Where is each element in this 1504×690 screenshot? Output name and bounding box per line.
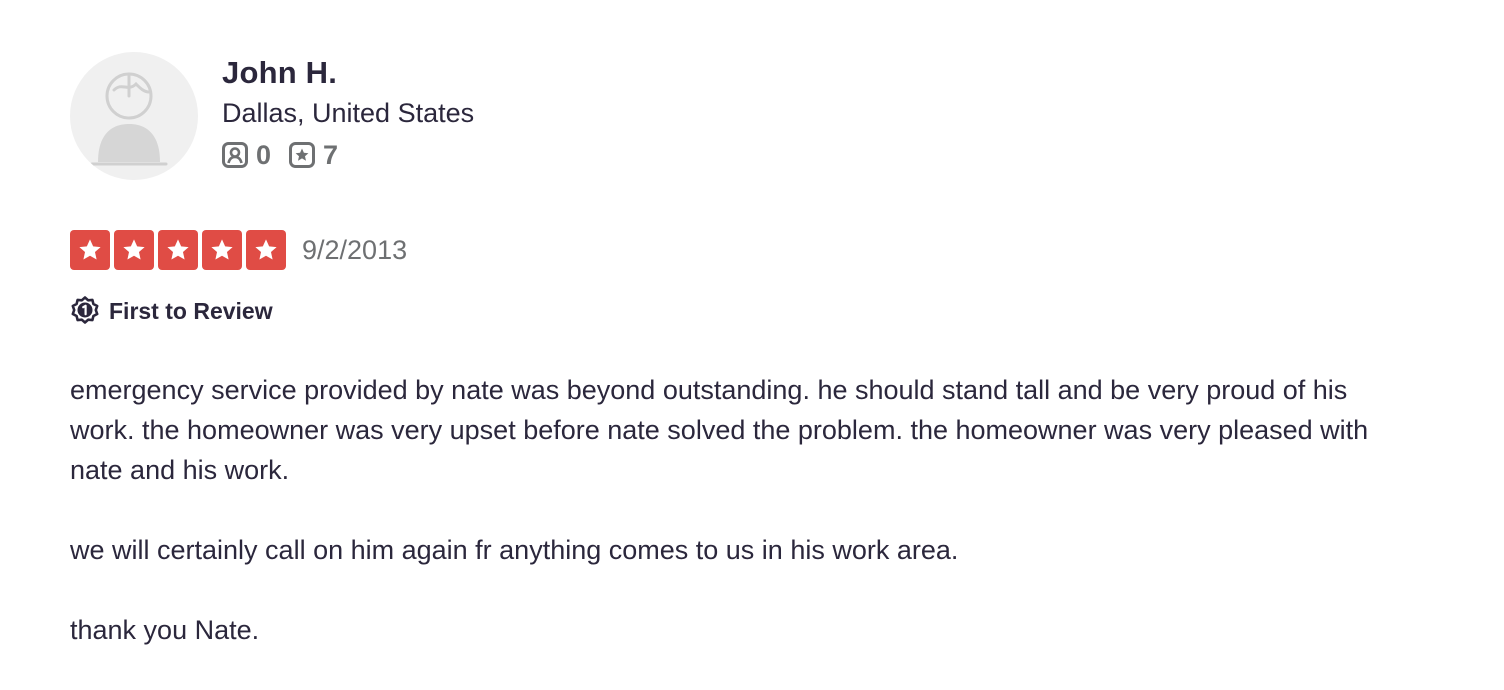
first-to-review-badge: First to Review — [70, 295, 273, 327]
default-user-avatar-icon — [90, 72, 168, 166]
user-info: John H. Dallas, United States 0 7 — [222, 52, 474, 171]
reviews-stat: 7 — [289, 140, 338, 170]
reviews-count: 7 — [323, 140, 339, 170]
star-icon — [114, 230, 154, 270]
star-icon — [202, 230, 242, 270]
user-avatar[interactable] — [70, 52, 198, 180]
star-icon — [246, 230, 286, 270]
friends-stat: 0 — [222, 140, 271, 170]
rating-row: 9/2/2013 — [70, 230, 407, 270]
friends-count: 0 — [256, 140, 272, 170]
star-rating — [70, 230, 290, 270]
review-date: 9/2/2013 — [302, 235, 408, 265]
reviews-icon — [289, 142, 316, 168]
star-icon — [70, 230, 110, 270]
user-stats: 0 7 — [222, 139, 474, 171]
first-review-badge-icon — [70, 296, 100, 326]
friends-icon — [222, 142, 248, 168]
user-location: Dallas, United States — [222, 98, 475, 128]
review-paragraph: we will certainly call on him again fr a… — [70, 535, 959, 565]
user-name[interactable]: John H. — [222, 53, 474, 93]
review-paragraph: thank you Nate. — [70, 615, 260, 645]
user-passport: John H. Dallas, United States 0 7 — [70, 52, 474, 180]
star-icon — [158, 230, 198, 270]
badge-label: First to Review — [109, 298, 273, 324]
review-text: emergency service provided by nate was b… — [70, 370, 1390, 690]
review-paragraph: emergency service provided by nate was b… — [70, 375, 1369, 485]
